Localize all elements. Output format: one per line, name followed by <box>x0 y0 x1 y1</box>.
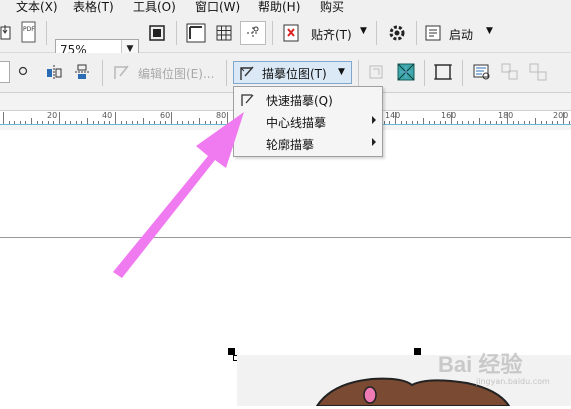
pointer-arrow-annotation <box>113 112 244 278</box>
